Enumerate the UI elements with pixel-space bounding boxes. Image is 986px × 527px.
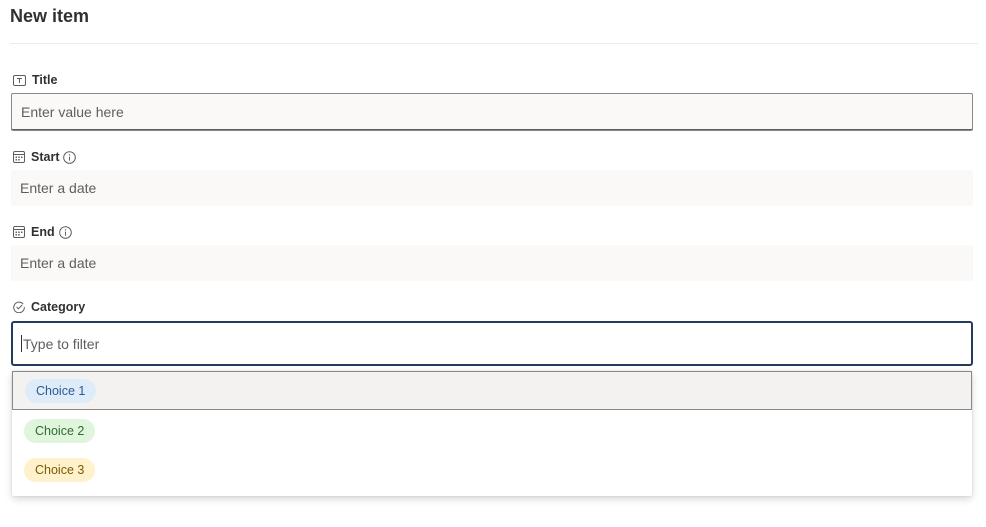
title-field-label: Title [13, 72, 57, 88]
calendar-icon [13, 226, 25, 238]
page-title: New item [10, 6, 90, 26]
info-icon[interactable] [63, 150, 77, 164]
title-label-text: Title [32, 73, 58, 87]
choice-check-icon [13, 301, 25, 313]
dropdown-option[interactable]: Choice 1 [12, 371, 972, 410]
calendar-icon [13, 151, 25, 163]
category-dropdown: Choice 1 Choice 2 Choice 3 [12, 371, 972, 496]
info-icon[interactable] [58, 225, 72, 239]
category-placeholder: Type to filter [23, 335, 100, 352]
text-field-icon [13, 74, 26, 86]
category-label-text: Category [31, 300, 86, 314]
choice-pill: Choice 1 [25, 378, 97, 403]
choice-pill: Choice 3 [24, 457, 96, 482]
title-input[interactable]: Enter value here [11, 93, 973, 131]
choice-pill: Choice 2 [24, 418, 96, 443]
text-cursor [21, 335, 22, 352]
title-placeholder: Enter value here [21, 104, 124, 120]
category-filter-input[interactable]: Type to filter [11, 321, 973, 366]
start-field-label: Start [13, 149, 77, 165]
category-field-label: Category [13, 299, 85, 315]
dropdown-option[interactable]: Choice 2 [12, 411, 972, 450]
end-field-label: End [13, 224, 72, 240]
start-label-text: Start [31, 150, 60, 164]
form-header: New item [10, 0, 978, 44]
end-placeholder: Enter a date [20, 255, 97, 271]
dropdown-option[interactable]: Choice 3 [12, 450, 972, 489]
end-label-text: End [31, 225, 55, 239]
start-placeholder: Enter a date [20, 180, 97, 196]
start-date-input[interactable]: Enter a date [11, 170, 973, 206]
end-date-input[interactable]: Enter a date [11, 245, 973, 281]
